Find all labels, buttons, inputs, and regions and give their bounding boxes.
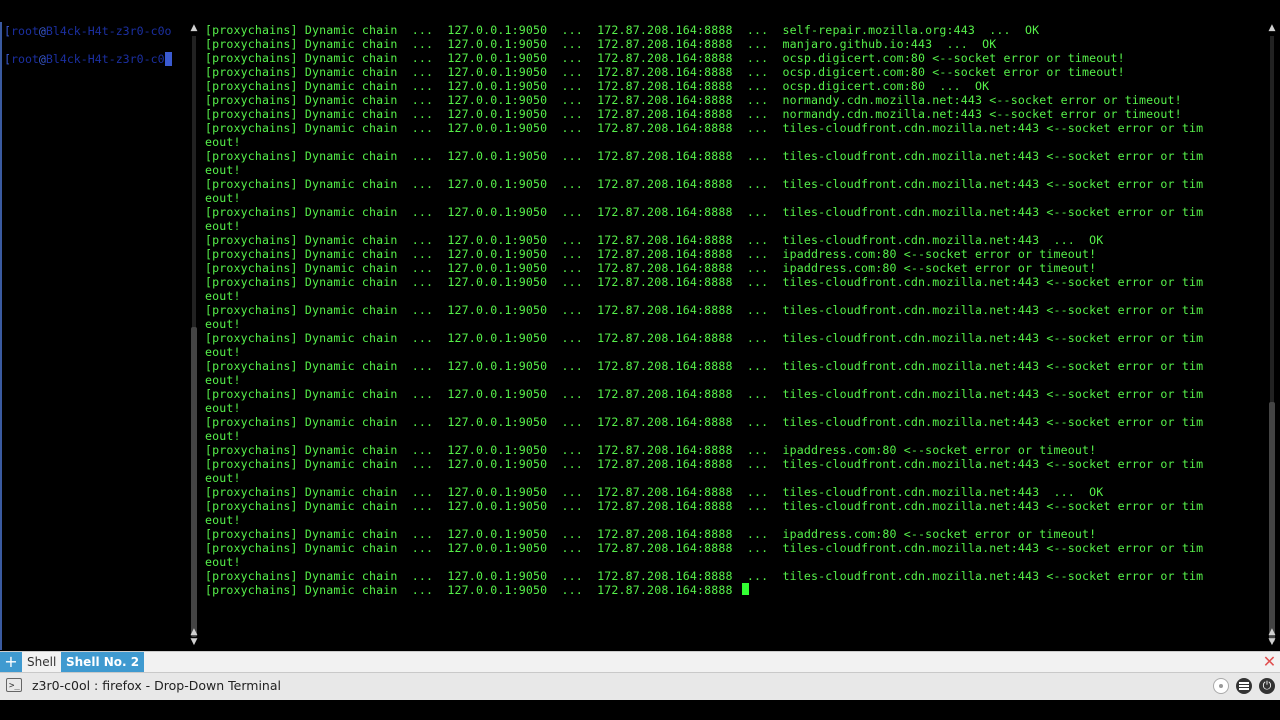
- tab-shell-no-2[interactable]: Shell No. 2: [61, 652, 145, 672]
- terminal-line: [proxychains] Dynamic chain ... 127.0.0.…: [205, 527, 1097, 541]
- prompt-host: Bl4ck-H4t-z3r0-c0o: [45, 24, 172, 38]
- scroll-down-arrow-icon[interactable]: ▼: [188, 636, 200, 648]
- close-icon[interactable]: ✕: [1261, 653, 1278, 670]
- terminal-line: [proxychains] Dynamic chain ... 127.0.0.…: [205, 331, 1204, 345]
- terminal-output[interactable]: [proxychains] Dynamic chain ... 127.0.0.…: [205, 23, 1257, 650]
- terminal-line: [proxychains] Dynamic chain ... 127.0.0.…: [205, 275, 1204, 289]
- terminal-line: [proxychains] Dynamic chain ... 127.0.0.…: [205, 387, 1204, 401]
- status-bar: >_ z3r0-c0ol : firefox - Drop-Down Termi…: [0, 672, 1280, 700]
- scroll-down-arrow-icon[interactable]: ▼: [1266, 636, 1278, 648]
- terminal-line: [proxychains] Dynamic chain ... 127.0.0.…: [205, 569, 1204, 583]
- terminal-line: [proxychains] Dynamic chain ... 127.0.0.…: [205, 121, 1204, 135]
- scroll-thumb[interactable]: [1269, 402, 1275, 642]
- terminal-line: [proxychains] Dynamic chain ... 127.0.0.…: [205, 303, 1204, 317]
- left-prompt-line: [root@Bl4ck-H4t-z3r0-c0: [4, 52, 186, 66]
- terminal-line: [proxychains] Dynamic chain ... 127.0.0.…: [205, 79, 990, 93]
- right-scrollbar[interactable]: ▲ ▲ ▼: [1266, 22, 1278, 650]
- terminal-line: [proxychains] Dynamic chain ... 127.0.0.…: [205, 149, 1204, 163]
- terminal-line: eout!: [205, 429, 241, 443]
- terminal-line: eout!: [205, 401, 241, 415]
- left-prompt-line: [root@Bl4ck-H4t-z3r0-c0o: [4, 24, 186, 38]
- terminal-line: [proxychains] Dynamic chain ... 127.0.0.…: [205, 247, 1097, 261]
- terminal-line: [proxychains] Dynamic chain ... 127.0.0.…: [205, 499, 1204, 513]
- terminal-line: eout!: [205, 471, 241, 485]
- terminal-line: eout!: [205, 317, 241, 331]
- terminal-line: [proxychains] Dynamic chain ... 127.0.0.…: [205, 51, 1125, 65]
- terminal-line: eout!: [205, 219, 241, 233]
- prompt-bracket: [: [4, 24, 11, 38]
- terminal-line: [proxychains] Dynamic chain ... 127.0.0.…: [205, 37, 997, 51]
- scroll-up-arrow-icon[interactable]: ▲: [188, 22, 200, 34]
- terminal-cursor: [741, 583, 749, 595]
- prompt-bracket: [: [4, 52, 11, 66]
- prompt-at: @: [38, 24, 46, 38]
- prompt-user: root: [10, 52, 39, 66]
- power-icon[interactable]: ⏻: [1259, 678, 1275, 694]
- left-terminal-pane[interactable]: [root@Bl4ck-H4t-z3r0-c0o [root@Bl4ck-H4t…: [0, 22, 187, 650]
- window-title: z3r0-c0ol : firefox - Drop-Down Terminal: [32, 678, 281, 693]
- terminal-current-line: [proxychains] Dynamic chain ... 127.0.0.…: [205, 583, 740, 597]
- terminal-line: [proxychains] Dynamic chain ... 127.0.0.…: [205, 233, 1104, 247]
- scroll-up-arrow-icon[interactable]: ▲: [1266, 22, 1278, 34]
- prompt-at: @: [38, 52, 46, 66]
- terminal-line: [proxychains] Dynamic chain ... 127.0.0.…: [205, 177, 1204, 191]
- terminal-line: eout!: [205, 513, 241, 527]
- terminal-line: [proxychains] Dynamic chain ... 127.0.0.…: [205, 205, 1204, 219]
- terminal-line: eout!: [205, 373, 241, 387]
- terminal-line: [proxychains] Dynamic chain ... 127.0.0.…: [205, 359, 1204, 373]
- left-cursor: [164, 52, 172, 66]
- terminal-prompt-line: [proxychains] Dynamic chain ... 127.0.0.…: [205, 583, 1257, 597]
- terminal-line: [proxychains] Dynamic chain ... 127.0.0.…: [205, 415, 1204, 429]
- terminal-line: [proxychains] Dynamic chain ... 127.0.0.…: [205, 457, 1204, 471]
- terminal-icon: >_: [6, 678, 22, 692]
- terminal-line: [proxychains] Dynamic chain ... 127.0.0.…: [205, 93, 1182, 107]
- terminal-line: [proxychains] Dynamic chain ... 127.0.0.…: [205, 541, 1204, 555]
- tab-shell[interactable]: Shell: [22, 652, 61, 672]
- terminal-line: [proxychains] Dynamic chain ... 127.0.0.…: [205, 443, 1097, 457]
- settings-icon[interactable]: [1213, 678, 1229, 694]
- terminal-line: eout!: [205, 555, 241, 569]
- terminal-line: eout!: [205, 163, 241, 177]
- prompt-user: root: [10, 24, 39, 38]
- tab-bar: + Shell Shell No. 2 ✕: [0, 651, 1280, 672]
- terminal-line: eout!: [205, 345, 241, 359]
- plus-icon[interactable]: +: [0, 652, 22, 672]
- terminal-line: [proxychains] Dynamic chain ... 127.0.0.…: [205, 261, 1097, 275]
- left-scrollbar[interactable]: ▲ ▲ ▼: [188, 22, 200, 650]
- terminal-line: [proxychains] Dynamic chain ... 127.0.0.…: [205, 65, 1125, 79]
- terminal-line: [proxychains] Dynamic chain ... 127.0.0.…: [205, 107, 1182, 121]
- prompt-host: Bl4ck-H4t-z3r0-c0: [45, 52, 165, 66]
- menu-icon[interactable]: [1236, 678, 1252, 694]
- terminal-line: [proxychains] Dynamic chain ... 127.0.0.…: [205, 23, 1040, 37]
- scroll-thumb[interactable]: [191, 327, 197, 637]
- desktop-strip: [0, 700, 1280, 720]
- terminal-line: eout!: [205, 135, 241, 149]
- terminal-line: eout!: [205, 289, 241, 303]
- terminal-line: [proxychains] Dynamic chain ... 127.0.0.…: [205, 485, 1104, 499]
- terminal-line: eout!: [205, 191, 241, 205]
